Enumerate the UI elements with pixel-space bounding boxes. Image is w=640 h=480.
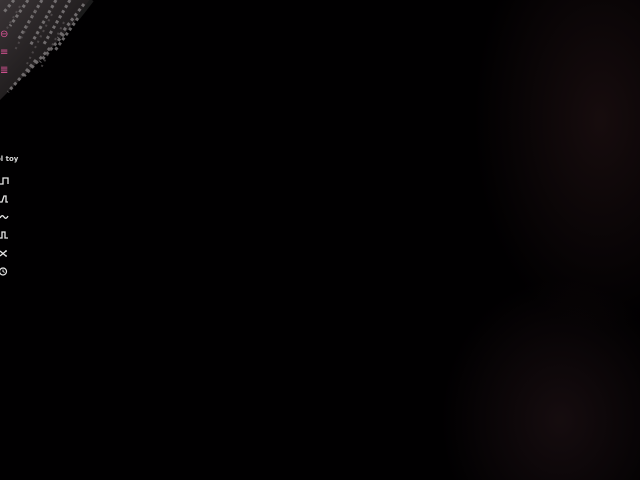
pattern-list — [0, 172, 36, 280]
pattern-pulse-icon — [0, 195, 8, 203]
overlay-controls: ⊖ ≡ ≣ — [0, 26, 14, 80]
pattern-item[interactable] — [0, 262, 36, 280]
pattern-item[interactable] — [0, 244, 36, 262]
pattern-random-icon — [0, 250, 7, 257]
list-icon[interactable]: ≣ — [0, 62, 14, 80]
toy-control-panel: ol toy — [0, 154, 36, 280]
pattern-timer-icon — [0, 267, 8, 276]
webcam-viewer: ⊖ ≡ ≣ ol toy — [0, 0, 640, 480]
control-icon[interactable]: ⊖ — [0, 26, 14, 44]
pattern-square-icon — [0, 231, 8, 239]
pattern-wave-icon — [0, 215, 9, 219]
pattern-step-icon — [0, 177, 9, 185]
pattern-item[interactable] — [0, 172, 36, 190]
panel-title: ol toy — [0, 155, 19, 163]
pattern-item[interactable] — [0, 190, 36, 208]
fabric-corner — [0, 0, 94, 100]
menu-icon[interactable]: ≡ — [0, 44, 14, 62]
pattern-item[interactable] — [0, 208, 36, 226]
pattern-item[interactable] — [0, 226, 36, 244]
